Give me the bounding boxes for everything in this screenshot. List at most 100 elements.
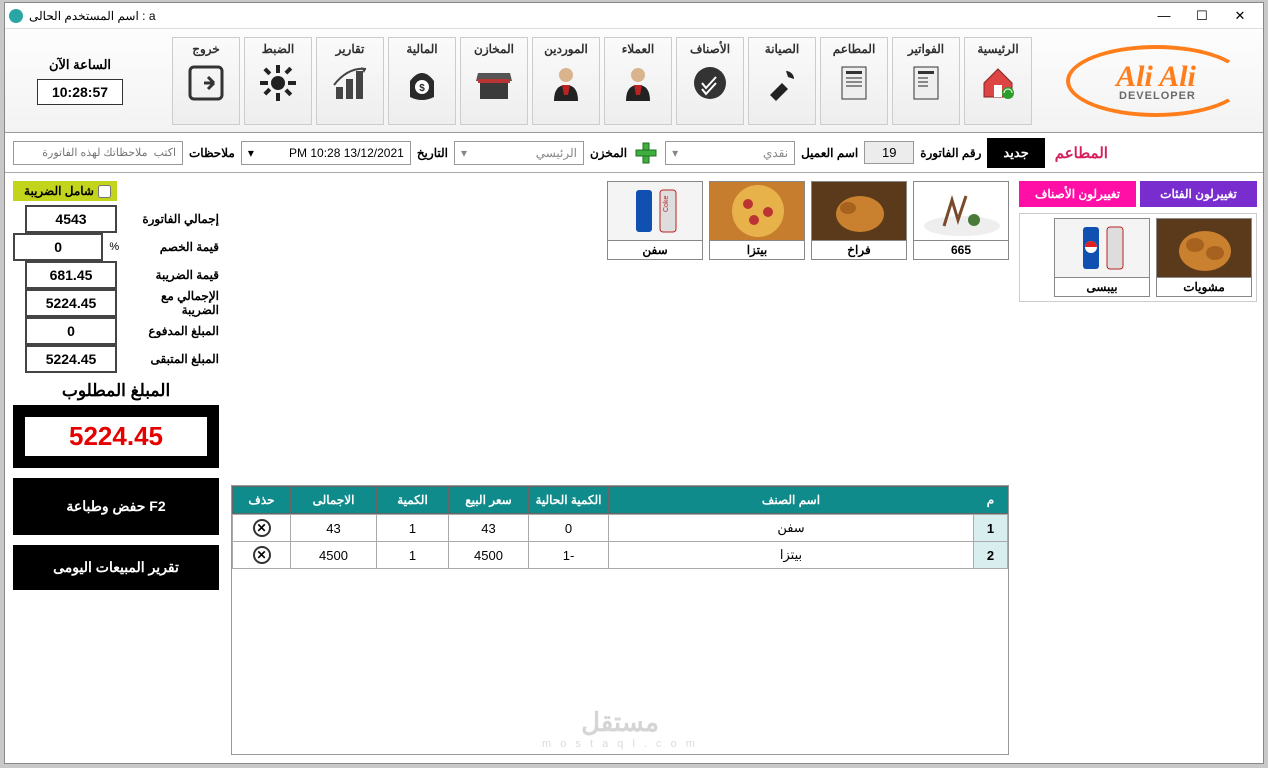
col-qty: الكمية [377,487,449,514]
summary-label: قيمة الخصم [125,240,219,254]
category-image [1157,219,1251,277]
clock-label: الساعة الآن [49,57,111,73]
customers-icon [615,60,661,106]
ribbon-customers[interactable]: العملاء [604,37,672,125]
ribbon-label: العملاء [622,42,655,56]
filter-row: المطاعم جديد رقم الفاتورة 19 اسم العميل … [5,133,1263,173]
summary-label: المبلغ المتبقى [123,352,219,366]
category-card[interactable]: مشويات [1156,218,1252,297]
ribbon-exit[interactable]: خروج [172,37,240,125]
store-dropdown[interactable]: الرئيسي▾ [454,141,584,165]
category-image [1055,219,1149,277]
finance-icon: $ [399,60,445,106]
ribbon-invoices[interactable]: الفواتير [892,37,960,125]
new-button[interactable]: جديد [987,138,1044,168]
change-items-color-button[interactable]: تغييرلون الأصناف [1019,181,1136,207]
chevron-down-icon: ▾ [672,146,678,160]
customer-label: اسم العميل [801,146,858,160]
product-image: Coke [608,182,702,240]
titlebar: اسم المستخدم الحالى : a ― ☐ ✕ [5,3,1263,29]
minimize-button[interactable]: ― [1145,5,1183,27]
table-row[interactable]: 2بيتزا-1450014500✕ [233,542,1008,569]
change-categories-color-button[interactable]: تغييرلون الفئات [1140,181,1257,207]
ribbon-stores[interactable]: المخازن [460,37,528,125]
ribbon-maintenance[interactable]: الصيانة [748,37,816,125]
daily-sales-report-button[interactable]: تقرير المبيعات اليومى [13,545,219,590]
tax-checkbox[interactable] [98,185,111,198]
product-list: Cokeسفنبيتزا فراخ 665 [231,181,1009,260]
ribbon-settings[interactable]: الضبط [244,37,312,125]
date-picker[interactable]: 13/12/2021 10:28 PM▾ [241,141,411,165]
col-item-name: اسم الصنف [609,487,974,514]
save-print-button[interactable]: حفض وطباعة F2 [13,478,219,535]
ribbon-suppliers[interactable]: الموردين [532,37,600,125]
settings-icon [255,60,301,106]
ribbon-label: المالية [406,42,437,56]
invoice-no-value: 19 [864,141,914,164]
col-current-qty: الكمية الحالية [529,487,609,514]
svg-text:$: $ [419,83,425,94]
invoice-no-label: رقم الفاتورة [920,146,981,160]
notes-input[interactable] [13,141,183,165]
add-customer-button[interactable] [633,140,659,166]
notes-label: ملاحظات [189,146,235,160]
product-card[interactable]: 665 [913,181,1009,260]
col-total: الاجمالى [291,487,377,514]
summary-label: إجمالي الفاتورة [123,212,219,226]
col-index: م [974,487,1008,514]
ribbon-label: الصيانة [765,42,799,56]
ribbon-label: الرئيسية [977,42,1018,56]
col-price: سعر البيع [449,487,529,514]
product-name: 665 [914,240,1008,259]
exit-icon [183,60,229,106]
ribbon-items[interactable]: الأصناف [676,37,744,125]
maximize-button[interactable]: ☐ [1183,5,1221,27]
table-row[interactable]: 1سفن043143✕ [233,515,1008,542]
app-icon [9,9,23,23]
ribbon-label: الموردين [544,42,588,56]
product-image [710,182,804,240]
svg-text:Coke: Coke [663,196,670,212]
restaurants-icon [831,60,877,106]
ribbon-finance[interactable]: المالية $ [388,37,456,125]
ribbon-label: الفواتير [908,42,944,56]
ribbon-reports[interactable]: تقارير [316,37,384,125]
category-list: بيبسى مشويات [1019,213,1257,302]
category-name: بيبسى [1055,277,1149,296]
ribbon: الساعة الآن 10:28:57 خروجالضبطتقاريرالما… [5,29,1263,133]
summary-value: 5224.45 [25,289,117,317]
close-button[interactable]: ✕ [1221,5,1259,27]
invoices-icon [903,60,949,106]
watermark: مستقل m o s t a q l . c o m [542,707,698,750]
ribbon-label: الضبط [262,42,294,56]
product-image [914,182,1008,240]
ribbon-label: الأصناف [690,42,730,56]
product-image [812,182,906,240]
customer-dropdown[interactable]: نقدي▾ [665,141,795,165]
invoice-grid: م اسم الصنف الكمية الحالية سعر البيع الك… [231,485,1009,755]
summary-panel: شامل الضريبة 4543إجمالي الفاتورة0%قيمة ا… [5,173,227,763]
section-title: المطاعم [1055,144,1108,162]
product-card[interactable]: بيتزا [709,181,805,260]
product-card[interactable]: فراخ [811,181,907,260]
date-label: التاريخ [417,146,448,160]
ribbon-restaurants[interactable]: المطاعم [820,37,888,125]
summary-value: 5224.45 [25,345,117,373]
tax-include-checkbox[interactable]: شامل الضريبة [13,181,117,201]
ribbon-label: المطاعم [833,42,876,56]
category-card[interactable]: بيبسى [1054,218,1150,297]
summary-value: 0 [25,317,117,345]
ribbon-label: المخازن [474,42,514,56]
product-name: فراخ [812,240,906,259]
stores-icon [471,60,517,106]
delete-row-button[interactable]: ✕ [253,519,271,537]
delete-row-button[interactable]: ✕ [253,546,271,564]
summary-label: الإجمالي مع الضريبة [123,289,219,317]
chevron-down-icon: ▾ [248,146,254,160]
items-icon [687,60,733,106]
summary-value: 681.45 [25,261,117,289]
ribbon-home[interactable]: الرئيسية [964,37,1032,125]
product-card[interactable]: Cokeسفن [607,181,703,260]
chevron-down-icon: ▾ [461,146,467,160]
suppliers-icon [543,60,589,106]
